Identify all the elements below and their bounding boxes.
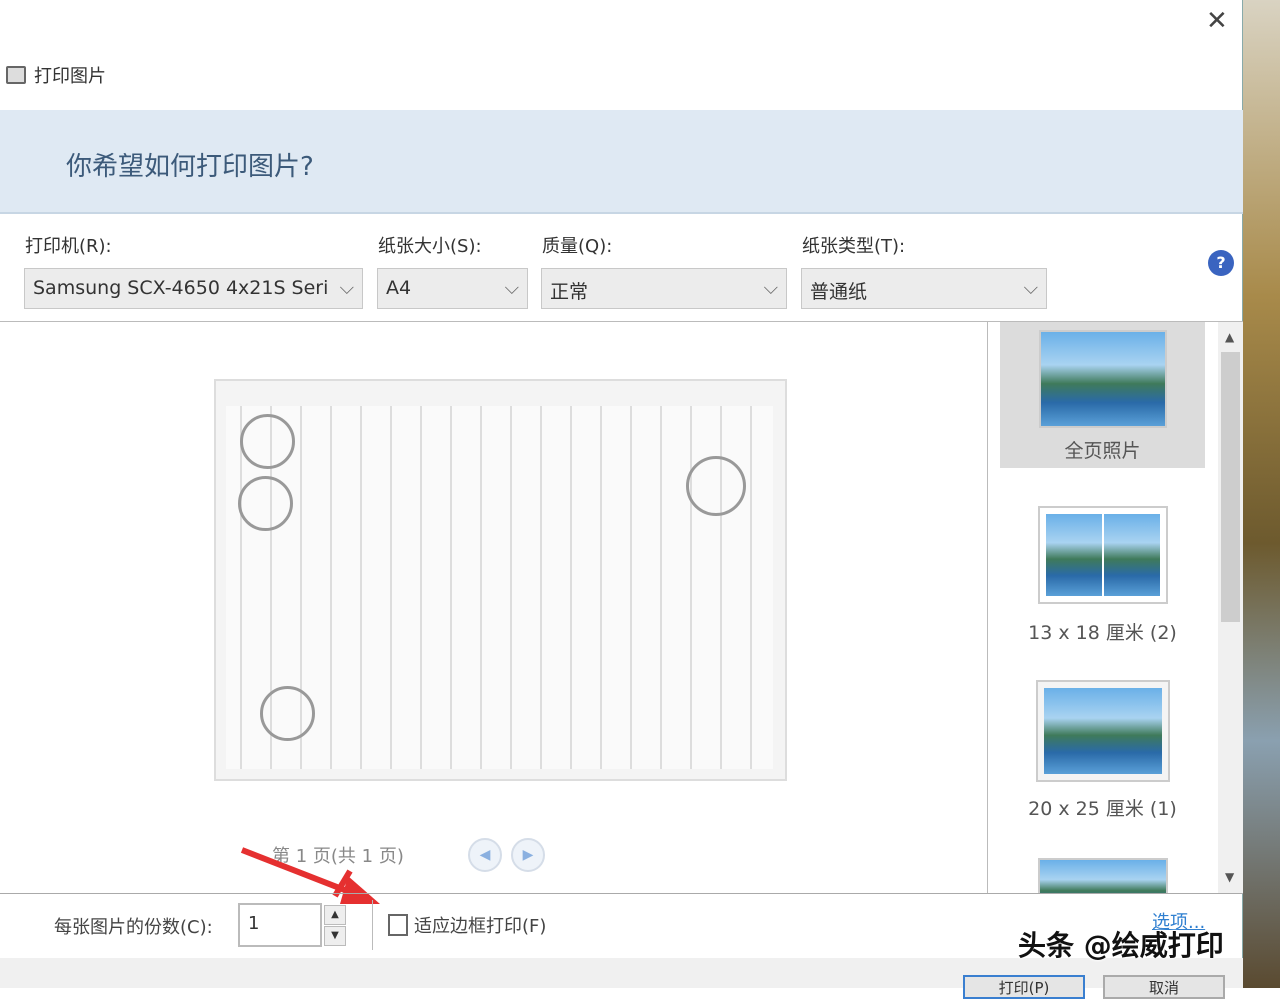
chevron-down-icon: ⌵ — [764, 277, 778, 299]
paper-size-value: A4 — [386, 277, 411, 299]
document-preview-image — [226, 406, 773, 769]
paper-size-label: 纸张大小(S): — [378, 232, 482, 258]
landscape-thumbnail — [1038, 682, 1168, 780]
chevron-down-icon: ⌵ — [340, 277, 354, 299]
paper-type-select[interactable]: 普通纸 ⌵ — [801, 268, 1047, 309]
divider — [0, 893, 1243, 894]
layout-scrollbar[interactable]: ▲ ▼ — [1218, 322, 1243, 893]
layout-label: 13 x 18 厘米 (2) — [1000, 618, 1205, 645]
spin-down-button[interactable]: ▼ — [324, 926, 346, 946]
printer-select[interactable]: Samsung SCX-4650 4x21S Seri ⌵ — [24, 268, 363, 309]
page-title: 你希望如何打印图片? — [66, 146, 314, 183]
scroll-up-icon[interactable]: ▲ — [1225, 330, 1234, 344]
paper-type-value: 普通纸 — [810, 281, 867, 303]
red-arrow-annotation — [240, 846, 390, 906]
paper-type-label: 纸张类型(T): — [802, 232, 905, 258]
quality-select[interactable]: 正常 ⌵ — [541, 268, 787, 309]
two-photo-thumbnail — [1038, 506, 1168, 604]
fit-to-frame-checkbox[interactable]: 适应边框打印(F) — [388, 912, 546, 938]
print-preview — [214, 379, 787, 781]
next-page-button[interactable]: ▶ — [511, 838, 545, 872]
layout-item-13x18[interactable]: 13 x 18 厘米 (2) — [1000, 506, 1205, 645]
scroll-down-icon[interactable]: ▼ — [1225, 870, 1234, 884]
copies-input[interactable]: 1 — [238, 903, 322, 947]
layout-label: 20 x 25 厘米 (1) — [1000, 794, 1205, 821]
layout-list: 全页照片 13 x 18 厘米 (2) 20 x 25 厘米 (1) — [988, 322, 1218, 893]
landscape-thumbnail — [1039, 330, 1167, 428]
spin-up-button[interactable]: ▲ — [324, 905, 346, 925]
layout-item-more[interactable] — [1000, 858, 1205, 893]
close-icon[interactable]: ✕ — [1206, 6, 1228, 36]
copies-label: 每张图片的份数(C): — [54, 913, 213, 939]
printer-icon — [6, 66, 26, 84]
scrollbar-thumb[interactable] — [1221, 352, 1240, 622]
window-title-text: 打印图片 — [34, 62, 106, 88]
quality-label: 质量(Q): — [542, 232, 612, 258]
chevron-down-icon: ⌵ — [505, 277, 519, 299]
layout-item-20x25[interactable]: 20 x 25 厘米 (1) — [1000, 682, 1205, 821]
header-band: 你希望如何打印图片? — [0, 110, 1243, 214]
window-title: 打印图片 — [6, 62, 106, 88]
divider — [372, 900, 373, 950]
layout-item-full-page[interactable]: 全页照片 — [1000, 322, 1205, 468]
print-button[interactable]: 打印(P) — [963, 975, 1085, 999]
previous-page-button[interactable]: ◀ — [468, 838, 502, 872]
print-pictures-dialog: ✕ 打印图片 你希望如何打印图片? 打印机(R): Samsung SCX-46… — [0, 0, 1243, 988]
quality-value: 正常 — [550, 281, 588, 303]
printer-value: Samsung SCX-4650 4x21S Seri — [33, 277, 328, 299]
desktop-background — [1243, 0, 1280, 988]
fit-to-frame-label: 适应边框打印(F) — [414, 912, 546, 938]
watermark: 头条 @绘威打印 — [1018, 924, 1224, 964]
chevron-down-icon: ⌵ — [1024, 277, 1038, 299]
cancel-button[interactable]: 取消 — [1103, 975, 1225, 999]
checkbox-icon[interactable] — [388, 914, 408, 936]
printer-label: 打印机(R): — [25, 232, 112, 258]
help-icon[interactable]: ? — [1208, 250, 1234, 276]
layout-label: 全页照片 — [1000, 436, 1205, 463]
thumbnail — [1038, 858, 1168, 893]
paper-size-select[interactable]: A4 ⌵ — [377, 268, 528, 309]
